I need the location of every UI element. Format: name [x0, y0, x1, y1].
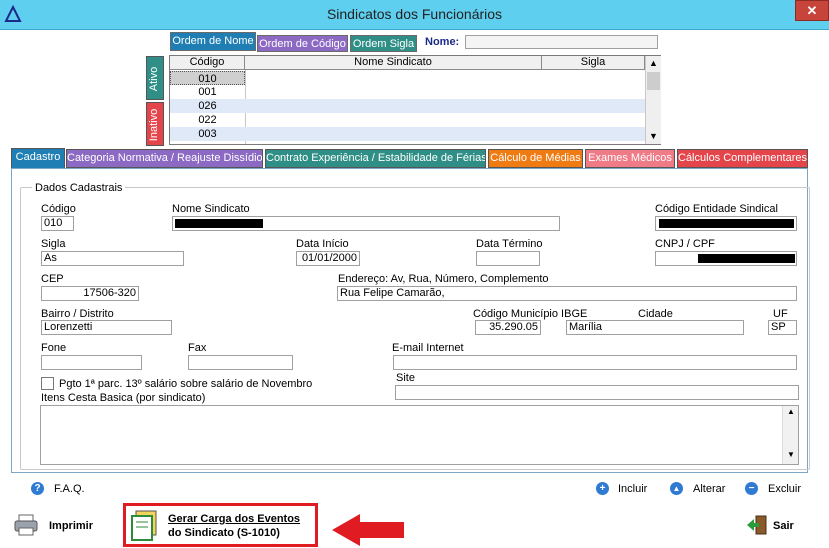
redacted-block [175, 219, 263, 228]
scroll-up-icon[interactable]: ▲ [783, 407, 799, 416]
email-field[interactable] [393, 355, 797, 370]
redacted-block [698, 254, 795, 263]
tab-inativo-label: Inativo [148, 108, 161, 142]
fone-field[interactable] [41, 355, 142, 370]
cep-label: CEP [41, 273, 64, 285]
row-code: 001 [198, 86, 217, 98]
row-code: 022 [198, 114, 217, 126]
codigo-municipio-label: Código Município IBGE [473, 308, 588, 320]
textarea-scrollbar[interactable]: ▲ ▼ [782, 406, 798, 464]
uf-label: UF [773, 308, 788, 320]
column-header-codigo[interactable]: Código [170, 56, 245, 70]
column-header-nome[interactable]: Nome Sindicato [245, 56, 542, 70]
itens-cesta-textarea[interactable] [40, 405, 799, 465]
title-bar: Sindicatos dos Funcionários [0, 0, 829, 30]
tab-inativo[interactable]: Inativo [146, 102, 164, 146]
tab-ativo-label: Ativo [148, 66, 161, 92]
tab-ordem-nome[interactable]: Ordem de Nome [170, 32, 256, 51]
tab-exames-medicos[interactable]: Exames Médicos [585, 149, 675, 168]
tab-calculos-complementares[interactable]: Cálculos Complementares [677, 149, 808, 168]
bairro-label: Bairro / Distrito [41, 308, 114, 320]
help-icon[interactable]: ? [31, 482, 44, 495]
sigla-field[interactable]: As [41, 251, 184, 266]
pgto-checkbox[interactable] [41, 377, 54, 390]
table-row[interactable]: 026 [170, 99, 645, 113]
gerar-carga-line2[interactable]: do Sindicato (S-1010) [168, 527, 280, 539]
row-code: 010 [170, 71, 245, 85]
tab-ativo[interactable]: Ativo [146, 56, 164, 100]
tab-ordem-sigla[interactable]: Ordem Sigla [350, 35, 417, 52]
red-arrow-icon [332, 514, 404, 546]
cidade-label: Cidade [638, 308, 673, 320]
bairro-field[interactable]: Lorenzetti [41, 320, 172, 335]
scroll-down-icon[interactable]: ▼ [783, 450, 799, 459]
fone-label: Fone [41, 342, 67, 354]
data-termino-label: Data Término [476, 238, 543, 250]
site-label: Site [396, 372, 415, 384]
row-code: 003 [198, 128, 217, 140]
data-inicio-label: Data Início [296, 238, 349, 250]
data-termino-field[interactable] [476, 251, 540, 266]
codigo-entidade-label: Código Entidade Sindical [655, 203, 778, 215]
table-row[interactable]: 022 [170, 113, 645, 127]
cep-field[interactable]: 17506-320 [41, 286, 139, 301]
cidade-field[interactable]: Marília [566, 320, 744, 335]
imprimir-button[interactable]: Imprimir [49, 520, 93, 532]
name-search-input[interactable] [465, 35, 658, 49]
endereco-label: Endereço: Av, Rua, Número, Complemento [338, 273, 549, 285]
fax-label: Fax [188, 342, 207, 354]
tab-ordem-codigo[interactable]: Ordem de Código [257, 35, 348, 52]
document-icon[interactable] [130, 509, 160, 541]
codigo-municipio-field[interactable]: 35.290.05 [475, 320, 541, 335]
grid-scrollbar[interactable]: ▲ ▼ [645, 56, 661, 144]
itens-cesta-label: Itens Cesta Basica (por sindicato) [41, 392, 206, 404]
uf-field[interactable]: SP [768, 320, 797, 335]
table-row[interactable]: 003 [170, 127, 645, 141]
table-row[interactable]: 001 [170, 85, 645, 99]
tab-calculo-medias[interactable]: Cálculo de Médias [488, 149, 583, 168]
tab-cadastro[interactable]: Cadastro [11, 148, 65, 169]
column-header-sigla[interactable]: Sigla [542, 56, 645, 70]
tab-contrato-experiencia[interactable]: Contrato Experiência / Estabilidade de F… [265, 149, 486, 168]
close-button[interactable]: ✕ [795, 0, 829, 21]
codigo-entidade-field[interactable] [655, 216, 797, 231]
window-title: Sindicatos dos Funcionários [326, 6, 503, 22]
app-triangle-icon [4, 5, 22, 22]
row-code: 026 [198, 100, 217, 112]
incluir-button[interactable]: Incluir [618, 483, 647, 495]
site-field[interactable] [395, 385, 799, 400]
plus-icon[interactable]: + [596, 482, 609, 495]
sigla-label: Sigla [41, 238, 66, 250]
group-title: Dados Cadastrais [32, 182, 126, 194]
faq-link[interactable]: F.A.Q. [54, 483, 85, 495]
email-label: E-mail Internet [392, 342, 464, 354]
table-row[interactable]: 010 [170, 71, 645, 85]
scroll-up-icon[interactable]: ▲ [646, 56, 661, 71]
tab-categoria-normativa[interactable]: Categoria Normativa / Reajuste Dissídio [66, 149, 263, 168]
scroll-thumb[interactable] [647, 72, 660, 90]
codigo-field[interactable]: 010 [41, 216, 74, 231]
nome-sindicato-label: Nome Sindicato [172, 203, 250, 215]
up-arrow-icon[interactable]: ▲ [670, 482, 683, 495]
minus-icon[interactable]: − [745, 482, 758, 495]
alterar-button[interactable]: Alterar [693, 483, 725, 495]
fax-field[interactable] [188, 355, 293, 370]
endereco-field[interactable]: Rua Felipe Camarão, [337, 286, 797, 301]
excluir-button[interactable]: Excluir [768, 483, 801, 495]
gerar-carga-line1[interactable]: Gerar Carga dos Eventos [168, 513, 300, 525]
sindicatos-grid[interactable]: Código Nome Sindicato Sigla 010 001 026 … [169, 55, 661, 145]
pgto-checkbox-label: Pgto 1ª parc. 13º salário sobre salário … [59, 378, 313, 390]
codigo-label: Código [41, 203, 76, 215]
cnpj-field[interactable] [655, 251, 797, 266]
exit-door-icon[interactable] [746, 515, 768, 535]
nome-sindicato-field[interactable] [172, 216, 560, 231]
data-inicio-field[interactable]: 01/01/2000 [296, 251, 360, 266]
redacted-block [659, 219, 794, 228]
scroll-down-icon[interactable]: ▼ [646, 129, 661, 144]
name-search-label: Nome: [425, 36, 460, 48]
printer-icon[interactable] [14, 514, 38, 536]
cnpj-label: CNPJ / CPF [655, 238, 715, 250]
sair-button[interactable]: Sair [773, 520, 794, 532]
